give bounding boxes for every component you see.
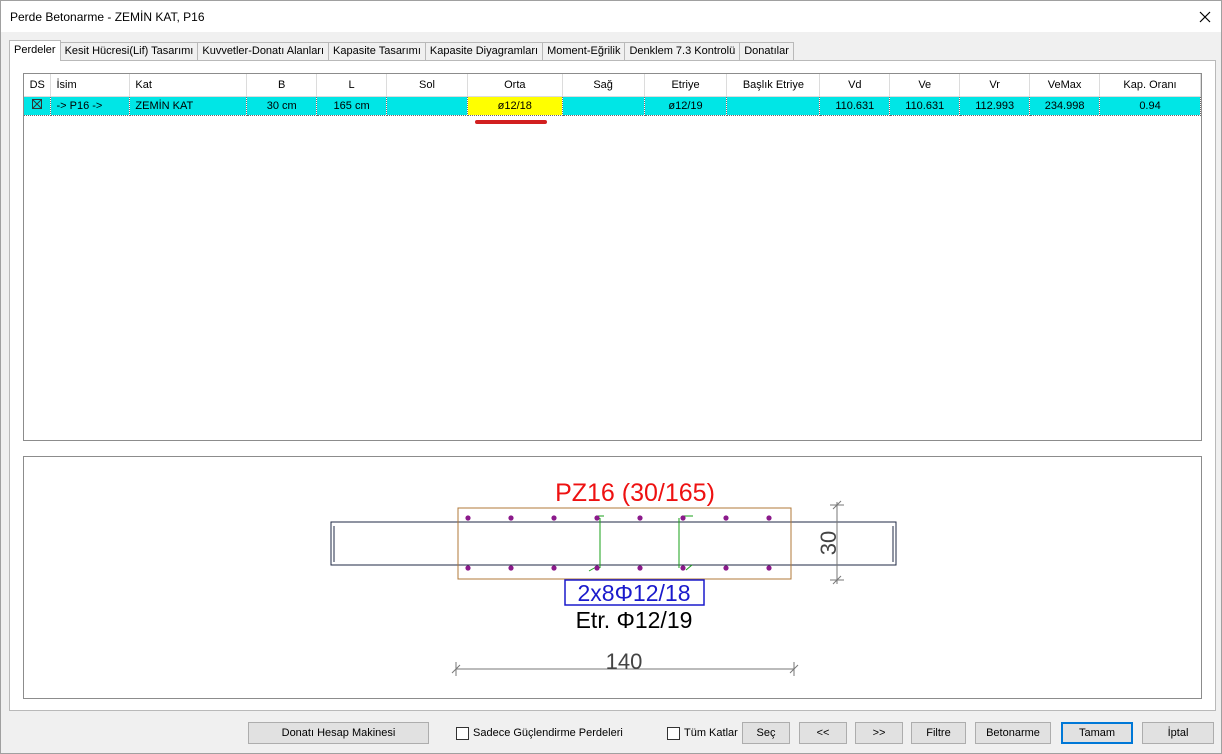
rebar-dot — [594, 515, 600, 521]
sadece-guclendirme-label: Sadece Güçlendirme Perdeleri — [473, 727, 623, 739]
cell-vr[interactable]: 112.993 — [959, 95, 1031, 116]
tab-moment-egrilik[interactable]: Moment-Eğrilik — [542, 42, 626, 61]
cell-b[interactable]: 30 cm — [246, 95, 318, 116]
cell-orta[interactable]: ø12/18 — [467, 95, 563, 116]
column-header-ve[interactable]: Ve — [889, 74, 961, 97]
section-drawing-panel: PZ16 (30/165) 2x8Φ12/18 Etr. Φ12/19 140 — [23, 456, 1202, 699]
column-header-b[interactable]: B — [246, 74, 318, 97]
tab-kapasite-tasarimi[interactable]: Kapasite Tasarımı — [328, 42, 426, 61]
wall-outline — [330, 521, 897, 566]
rebar-label: 2x8Φ12/18 — [578, 580, 691, 606]
section-drawing: PZ16 (30/165) 2x8Φ12/18 Etr. Φ12/19 140 — [330, 479, 897, 676]
tab-kesit-hucresi[interactable]: Kesit Hücresi(Lif) Tasarımı — [59, 42, 199, 61]
wall-table: DS İsim Kat B L Sol Orta Sağ Etriye Başl… — [24, 74, 1201, 116]
checkbox-box[interactable] — [667, 726, 680, 740]
column-header-baslik-etriye[interactable]: Başlık Etriye — [726, 74, 821, 97]
previous-button[interactable]: << — [799, 722, 847, 744]
tab-strip: Perdeler Kesit Hücresi(Lif) Tasarımı Kuv… — [9, 40, 794, 61]
section-title: PZ16 (30/165) — [555, 479, 715, 507]
bottom-button-bar: Donatı Hesap Makinesi Sadece Güçlendirme… — [1, 719, 1222, 749]
betonarme-button[interactable]: Betonarme — [975, 722, 1051, 744]
annotation-underline — [475, 120, 547, 124]
column-header-sag[interactable]: Sağ — [562, 74, 645, 97]
cell-isim[interactable]: -> P16 -> — [50, 95, 131, 116]
rebar-dot — [637, 565, 643, 571]
rebar-dot — [594, 565, 600, 571]
column-header-vr[interactable]: Vr — [959, 74, 1031, 97]
rebar-dot — [465, 515, 471, 521]
checkbox-box[interactable] — [456, 726, 469, 740]
donati-hesap-makinesi-button[interactable]: Donatı Hesap Makinesi — [248, 722, 429, 744]
rebar-dot — [508, 565, 514, 571]
table-header-row: DS İsim Kat B L Sol Orta Sağ Etriye Başl… — [24, 74, 1201, 97]
tab-kapasite-diyagramlari[interactable]: Kapasite Diyagramları — [424, 42, 544, 61]
close-icon — [1199, 11, 1211, 22]
window-title: Perde Betonarme - ZEMİN KAT, P16 — [10, 10, 205, 24]
tab-denklem-7-3-kontrolu[interactable]: Denklem 7.3 Kontrolü — [624, 42, 741, 61]
dialog-window: Perde Betonarme - ZEMİN KAT, P16 Perdele… — [0, 0, 1222, 754]
title-bar: Perde Betonarme - ZEMİN KAT, P16 — [1, 1, 1221, 32]
tamam-button[interactable]: Tamam — [1061, 722, 1133, 744]
column-header-l[interactable]: L — [316, 74, 388, 97]
column-header-vd[interactable]: Vd — [819, 74, 891, 97]
sadece-guclendirme-checkbox[interactable]: Sadece Güçlendirme Perdeleri — [456, 722, 623, 744]
wall-right-break — [892, 523, 897, 564]
tum-katlar-label: Tüm Katlar — [684, 727, 738, 739]
rebar-dot — [465, 565, 471, 571]
tab-donatilar[interactable]: Donatılar — [739, 42, 794, 61]
tab-kuvvetler-donati-alanlari[interactable]: Kuvvetler-Donatı Alanları — [197, 42, 330, 61]
filtre-button[interactable]: Filtre — [911, 722, 966, 744]
checkbox-checked-icon[interactable] — [32, 99, 43, 109]
cell-kap-orani[interactable]: 0.94 — [1099, 95, 1201, 116]
rebar-dots — [465, 515, 772, 571]
column-header-etriye[interactable]: Etriye — [644, 74, 728, 97]
tie-lines — [588, 515, 693, 572]
rebar-dot — [637, 515, 643, 521]
wall-grid[interactable]: DS İsim Kat B L Sol Orta Sağ Etriye Başl… — [23, 73, 1202, 441]
tab-perdeler[interactable]: Perdeler — [9, 40, 61, 61]
column-header-kap-orani[interactable]: Kap. Oranı — [1099, 74, 1201, 97]
rebar-dot — [723, 565, 729, 571]
stirrup-label: Etr. Φ12/19 — [576, 607, 693, 633]
cell-kat[interactable]: ZEMİN KAT — [129, 95, 248, 116]
table-row[interactable]: -> P16 -> ZEMİN KAT 30 cm 165 cm ø12/18 … — [24, 95, 1201, 116]
rebar-dot — [766, 565, 772, 571]
wall-left-break — [330, 523, 335, 564]
cell-ve[interactable]: 110.631 — [889, 95, 961, 116]
column-header-ds[interactable]: DS — [24, 74, 52, 97]
rebar-dot — [680, 565, 686, 571]
rebar-dot — [723, 515, 729, 521]
close-button[interactable] — [1189, 1, 1221, 32]
iptal-button[interactable]: İptal — [1142, 722, 1214, 744]
column-header-vemax[interactable]: VeMax — [1029, 74, 1101, 97]
rebar-dot — [766, 515, 772, 521]
column-header-sol[interactable]: Sol — [386, 74, 468, 97]
column-header-orta[interactable]: Orta — [467, 74, 563, 97]
rebar-dot — [680, 515, 686, 521]
cell-sol[interactable] — [386, 95, 468, 116]
confinement-region — [457, 507, 792, 580]
cell-l[interactable]: 165 cm — [316, 95, 388, 116]
ds-checkbox-cell[interactable] — [24, 95, 52, 116]
width-dimension-label: 140 — [606, 649, 643, 674]
column-header-kat[interactable]: Kat — [129, 74, 248, 97]
rebar-dot — [551, 565, 557, 571]
cell-vd[interactable]: 110.631 — [819, 95, 891, 116]
sec-button[interactable]: Seç — [742, 722, 790, 744]
column-header-isim[interactable]: İsim — [50, 74, 131, 97]
cell-baslik-etriye[interactable] — [726, 95, 821, 116]
height-dimension-label: 30 — [816, 531, 841, 555]
rebar-dot — [551, 515, 557, 521]
next-button[interactable]: >> — [855, 722, 903, 744]
rebar-dot — [508, 515, 514, 521]
cell-vemax[interactable]: 234.998 — [1029, 95, 1101, 116]
cell-etriye[interactable]: ø12/19 — [644, 95, 728, 116]
cell-sag[interactable] — [562, 95, 645, 116]
tum-katlar-checkbox[interactable]: Tüm Katlar — [667, 722, 738, 744]
